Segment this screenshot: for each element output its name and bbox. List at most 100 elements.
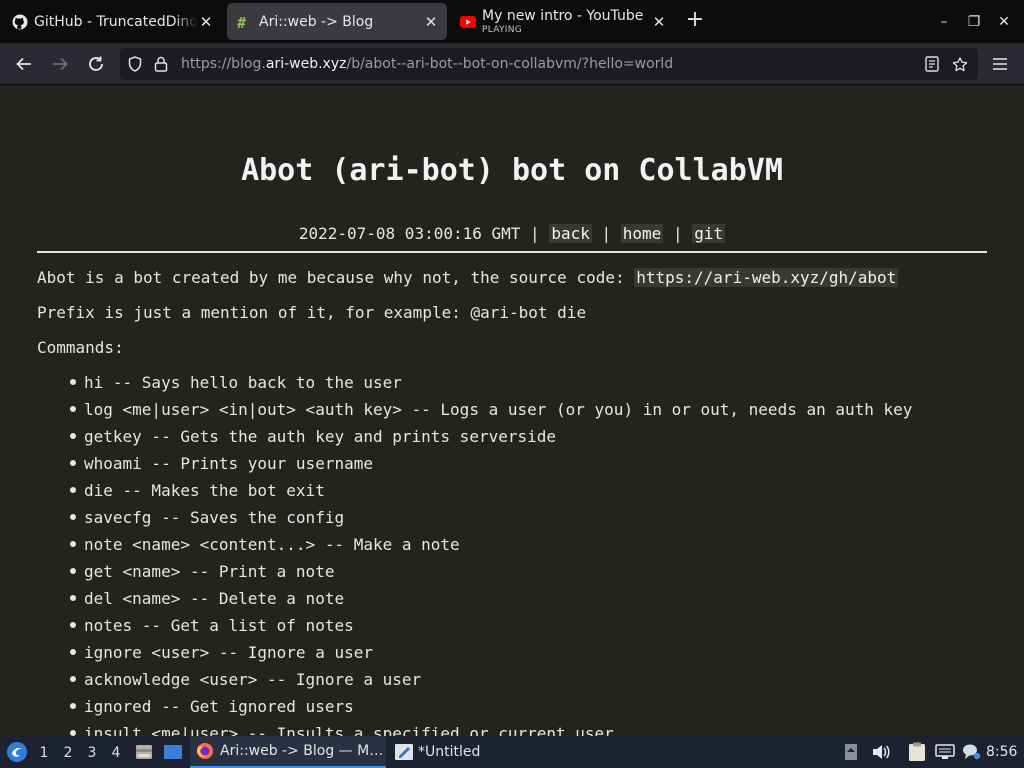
back-link[interactable]: back: [549, 224, 592, 243]
tab-close-icon[interactable]: ✕: [198, 13, 214, 31]
bullet-icon: [70, 405, 76, 412]
source-code-link[interactable]: https://ari-web.xyz/gh/abot: [634, 268, 899, 287]
tab-close-icon[interactable]: ✕: [423, 13, 439, 31]
task-firefox[interactable]: Ari::web -> Blog — M…: [190, 736, 386, 768]
lock-icon[interactable]: [153, 56, 169, 72]
tab-close-icon[interactable]: ✕: [651, 13, 667, 31]
text-editor-icon: [394, 743, 414, 761]
command-item: getkey -- Gets the auth key and prints s…: [70, 427, 912, 454]
page-content: Abot (ari-bot) bot on CollabVM 2022-07-0…: [0, 85, 1024, 736]
bullet-icon: [70, 621, 76, 628]
git-link[interactable]: git: [692, 224, 726, 243]
command-item: ignore <user> -- Ignore a user: [70, 643, 912, 670]
taskbar: 1 2 3 4 Ari::web -> Blog — M… *Untitled …: [0, 736, 1024, 768]
url-host: ari-web.xyz: [265, 56, 347, 72]
command-item: log <me|user> <in|out> <auth key> -- Log…: [70, 400, 912, 427]
commands-list: hi -- Says hello back to the user log <me…: [70, 373, 912, 736]
task-text-editor[interactable]: *Untitled: [394, 736, 514, 768]
command-item: notes -- Get a list of notes: [70, 616, 912, 643]
command-item: del <name> -- Delete a note: [70, 589, 912, 616]
tab-playing-label: PLAYING: [482, 25, 523, 35]
command-text: whoami -- Prints your username: [84, 454, 373, 473]
clock[interactable]: 8:56: [986, 736, 1017, 768]
bullet-icon: [70, 513, 76, 520]
workspace-3[interactable]: 3: [82, 742, 102, 764]
bullet-icon: [70, 486, 76, 493]
command-text: getkey -- Gets the auth key and prints s…: [84, 427, 557, 446]
url-text[interactable]: https://blog.ari-web.xyz/b/abot--ari-bot…: [181, 48, 673, 80]
tab-title: My new intro - YouTube: [482, 8, 644, 24]
divider: [37, 251, 987, 253]
svg-text:#: #: [237, 14, 246, 30]
command-text: hi -- Says hello back to the user: [84, 373, 402, 392]
home-link[interactable]: home: [620, 224, 664, 243]
show-desktop-icon[interactable]: [162, 736, 184, 768]
github-icon: [12, 14, 28, 30]
tab-bar: GitHub - TruncatedDinosour ✕ # Ari::web …: [0, 0, 1024, 43]
command-item: savecfg -- Saves the config: [70, 508, 912, 535]
command-item: die -- Makes the bot exit: [70, 481, 912, 508]
bullet-icon: [70, 675, 76, 682]
bullet-icon: [70, 702, 76, 709]
post-meta: 2022-07-08 03:00:16 GMT | back | home | …: [298, 224, 726, 243]
volume-icon[interactable]: [870, 736, 892, 768]
reload-icon[interactable]: [84, 52, 108, 76]
clipboard-icon[interactable]: [906, 736, 928, 768]
start-menu-icon[interactable]: [4, 736, 30, 768]
command-item: note <name> <content...> -- Make a note: [70, 535, 912, 562]
bullet-icon: [70, 648, 76, 655]
command-item: insult <me|user> -- Insults a specified …: [70, 724, 912, 736]
command-text: log <me|user> <in|out> <auth key> -- Log…: [84, 400, 913, 419]
workspace-2[interactable]: 2: [58, 742, 78, 764]
minimize-button[interactable]: –: [934, 12, 954, 32]
tray-arrow-icon[interactable]: [844, 736, 858, 768]
command-item: whoami -- Prints your username: [70, 454, 912, 481]
close-window-button[interactable]: ✕: [994, 12, 1014, 32]
command-text: insult <me|user> -- Insults a specified …: [84, 724, 614, 736]
address-bar[interactable]: https://blog.ari-web.xyz/b/abot--ari-bot…: [120, 48, 978, 80]
command-text: ignore <user> -- Ignore a user: [84, 643, 373, 662]
reader-view-icon[interactable]: [924, 56, 940, 72]
bullet-icon: [70, 432, 76, 439]
new-tab-button[interactable]: +: [684, 9, 706, 32]
workspace-1[interactable]: 1: [34, 742, 54, 764]
command-item: ignored -- Get ignored users: [70, 697, 912, 724]
prefix-paragraph: Prefix is just a mention of it, for exam…: [37, 303, 587, 322]
menu-icon[interactable]: [988, 52, 1012, 76]
tab-youtube[interactable]: My new intro - YouTube PLAYING ✕: [450, 3, 675, 40]
command-text: acknowledge <user> -- Ignore a user: [84, 670, 422, 689]
tab-title: Ari::web -> Blog: [259, 13, 374, 30]
ari-web-icon: #: [237, 14, 253, 30]
command-item: hi -- Says hello back to the user: [70, 373, 912, 400]
commands-label: Commands:: [37, 338, 124, 357]
command-text: del <name> -- Delete a note: [84, 589, 345, 608]
tab-github[interactable]: GitHub - TruncatedDinosour ✕: [2, 3, 222, 40]
bullet-icon: [70, 729, 76, 736]
firefox-icon: [196, 742, 214, 760]
bullet-icon: [70, 378, 76, 385]
command-text: die -- Makes the bot exit: [84, 481, 325, 500]
notifications-icon[interactable]: [960, 736, 982, 768]
page-title: Abot (ari-bot) bot on CollabVM: [241, 153, 783, 188]
bookmark-star-icon[interactable]: [952, 56, 968, 72]
workspace-4[interactable]: 4: [106, 742, 126, 764]
file-manager-icon[interactable]: [134, 736, 154, 768]
bullet-icon: [70, 594, 76, 601]
network-icon[interactable]: [934, 736, 956, 768]
intro-paragraph: Abot is a bot created by me because why …: [37, 268, 899, 287]
forward-arrow-icon[interactable]: [48, 52, 72, 76]
shield-icon[interactable]: [127, 56, 143, 72]
command-item: get <name> -- Print a note: [70, 562, 912, 589]
command-text: note <name> <content...> -- Make a note: [84, 535, 460, 554]
tab-title: GitHub - TruncatedDinosour: [34, 13, 198, 30]
back-arrow-icon[interactable]: [12, 52, 36, 76]
command-text: get <name> -- Print a note: [84, 562, 335, 581]
command-text: ignored -- Get ignored users: [84, 697, 354, 716]
bullet-icon: [70, 459, 76, 466]
youtube-icon: [460, 14, 476, 30]
maximize-button[interactable]: ❐: [964, 12, 984, 32]
bullet-icon: [70, 540, 76, 547]
command-item: acknowledge <user> -- Ignore a user: [70, 670, 912, 697]
navigation-toolbar: https://blog.ari-web.xyz/b/abot--ari-bot…: [0, 43, 1024, 85]
tab-blog[interactable]: # Ari::web -> Blog ✕: [227, 3, 447, 40]
